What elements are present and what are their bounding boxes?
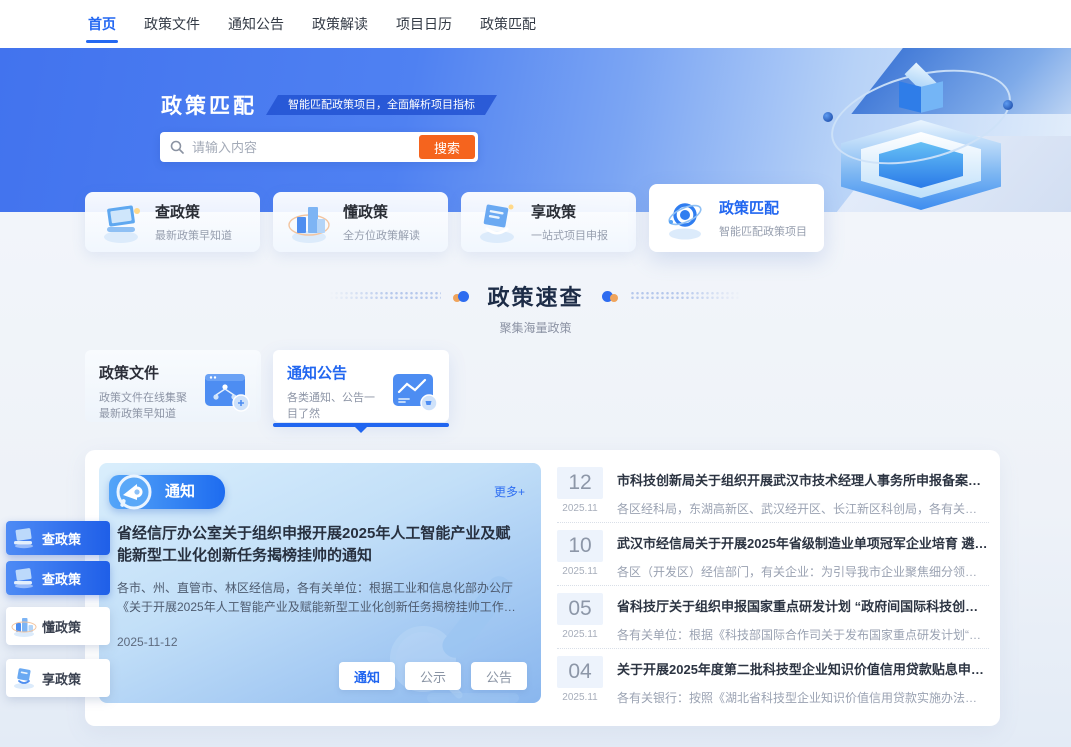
side-widget-enjoy-policy[interactable]: 享政策	[6, 659, 110, 697]
tab-policy-files[interactable]: 政策文件 政策文件在线集聚 最新政策早知道	[85, 350, 261, 422]
decorative-dots	[602, 290, 618, 302]
notice-type-button-notice[interactable]: 通知	[339, 662, 395, 690]
date-block: 12 2025.11	[557, 467, 603, 522]
notice-banner-label: 通知	[165, 483, 195, 500]
tab-description: 政策文件在线集聚 最新政策早知道	[99, 390, 203, 422]
notice-title: 省经信厅办公室关于组织申报开展2025年人工智能产业及赋能新型工业化创新任务揭榜…	[117, 523, 521, 567]
search-bar: 搜索	[160, 132, 478, 162]
side-widget-label: 懂政策	[42, 617, 81, 636]
page: 首页 政策文件 通知公告 政策解读 项目日历 政策匹配 政策匹配 智能匹配政策项…	[0, 0, 1071, 747]
tab-notices[interactable]: 通知公告 各类通知、公告一 目了然	[273, 350, 449, 422]
feature-card-subtitle: 全方位政策解读	[343, 227, 420, 243]
feature-card-title: 享政策	[531, 201, 608, 222]
orbit-dot	[823, 112, 833, 122]
search-input[interactable]	[190, 139, 413, 156]
laptop-3d-icon	[11, 567, 37, 589]
feature-card-title: 查政策	[155, 201, 232, 222]
feature-card-subtitle: 一站式项目申报	[531, 227, 608, 243]
decorative-dashes	[329, 291, 441, 301]
megaphone-icon	[109, 469, 159, 515]
nav-item-home[interactable]: 首页	[88, 0, 116, 48]
side-widget-label: 享政策	[42, 669, 81, 688]
feature-card-search-policy[interactable]: 查政策 最新政策早知道	[85, 192, 260, 252]
notice-panel: 通知 更多+ 省经信厅办公室关于组织申报开展2025年人工智能产业及赋能新型工业…	[85, 450, 1000, 726]
nav-item-interpretation[interactable]: 政策解读	[312, 0, 368, 48]
feature-card-subtitle: 最新政策早知道	[155, 227, 232, 243]
list-item-title: 关于开展2025年度第二批科技型企业知识价值信用贷款贴息申报工作...	[617, 659, 989, 678]
hero-badge: 智能匹配政策项目，全面解析项目指标	[266, 95, 497, 115]
date-block: 10 2025.11	[557, 530, 603, 585]
notice-type-button-publicity[interactable]: 公示	[405, 662, 461, 690]
list-item-title: 市科技创新局关于组织开展武汉市技术经理人事务所申报备案的通知	[617, 470, 989, 489]
document-hand-3d-icon	[471, 199, 523, 245]
decorative-dashes	[630, 291, 742, 301]
document-hand-3d-icon	[11, 666, 37, 690]
notice-banner: 通知	[109, 475, 225, 509]
notice-body: 各市、州、直管市、林区经信局，各有关单位：根据工业和信息化部办公厅《关于开展20…	[117, 579, 525, 617]
list-item[interactable]: 05 2025.11 省科技厅关于组织申报国家重点研发计划 “政府间国际科技创新…	[557, 586, 989, 649]
search-icon	[170, 140, 184, 154]
feature-card-title: 懂政策	[343, 201, 420, 222]
feature-card-subtitle: 智能匹配政策项目	[719, 223, 807, 239]
list-item-title: 武汉市经信局关于开展2025年省级制造业单项冠军企业培育 遴选和复...	[617, 533, 989, 552]
list-item-title: 省科技厅关于组织申报国家重点研发计划 “政府间国际科技创新合作”...	[617, 596, 989, 615]
search-button[interactable]: 搜索	[419, 135, 475, 159]
hero-banner: 政策匹配 智能匹配政策项目，全面解析项目指标 搜索	[0, 48, 1071, 212]
orbit-dot	[1003, 100, 1013, 110]
quick-search-tabs: 政策文件 政策文件在线集聚 最新政策早知道 通知公告 各类通知、公告一	[85, 350, 449, 422]
side-widget-label: 查政策	[42, 529, 81, 548]
side-widget-understand-policy[interactable]: 懂政策	[6, 607, 110, 645]
laptop-3d-icon	[11, 527, 37, 549]
hero-title: 政策匹配	[161, 90, 257, 120]
flowchart-window-icon	[203, 372, 251, 412]
notice-type-button-announcement[interactable]: 公告	[471, 662, 527, 690]
feature-card-understand-policy[interactable]: 懂政策 全方位政策解读	[273, 192, 448, 252]
top-nav: 首页 政策文件 通知公告 政策解读 项目日历 政策匹配	[0, 0, 1071, 48]
nav-item-project-calendar[interactable]: 项目日历	[396, 0, 452, 48]
side-widget-label: 查政策	[42, 569, 81, 588]
section-title: 政策速查	[481, 280, 589, 312]
notice-list: 12 2025.11 市科技创新局关于组织开展武汉市技术经理人事务所申报备案的通…	[557, 460, 989, 712]
side-widget-search-policy[interactable]: 查政策	[6, 521, 110, 555]
list-item[interactable]: 12 2025.11 市科技创新局关于组织开展武汉市技术经理人事务所申报备案的通…	[557, 460, 989, 523]
list-item-desc: 各区经科局，东湖高新区、武汉经开区、长江新区科创局，各有关单位：根据《...	[617, 500, 989, 517]
feature-card-title: 政策匹配	[719, 197, 807, 218]
list-item-desc: 各有关银行：按照《湖北省科技型企业知识价值信用贷款实施办法（试行）》（...	[617, 689, 989, 706]
list-item[interactable]: 04 2025.11 关于开展2025年度第二批科技型企业知识价值信用贷款贴息申…	[557, 649, 989, 712]
bar-chart-3d-icon	[11, 614, 37, 638]
section-subtitle: 聚集海量政策	[0, 319, 1071, 336]
feature-card-policy-match[interactable]: 政策匹配 智能匹配政策项目	[649, 184, 824, 252]
date-block: 04 2025.11	[557, 656, 603, 712]
date-block: 05 2025.11	[557, 593, 603, 648]
trend-window-icon	[391, 372, 439, 412]
tab-description: 各类通知、公告一 目了然	[287, 390, 391, 422]
more-link[interactable]: 更多+	[494, 483, 525, 500]
laptop-3d-icon	[95, 199, 147, 245]
active-tab-pointer	[355, 427, 367, 433]
list-item-desc: 各有关单位：根据《科技部国际合作司关于发布国家重点研发计划“政府间国科技...	[617, 626, 989, 643]
feature-card-enjoy-policy[interactable]: 享政策 一站式项目申报	[461, 192, 636, 252]
featured-notice-card[interactable]: 通知 更多+ 省经信厅办公室关于组织申报开展2025年人工智能产业及赋能新型工业…	[99, 463, 541, 703]
nav-item-policy-match[interactable]: 政策匹配	[480, 0, 536, 48]
side-widget-search-policy[interactable]: 查政策	[6, 561, 110, 595]
side-widgets: 查政策 查政策 懂政策	[6, 521, 110, 703]
notice-type-buttons: 通知 公示 公告	[339, 662, 527, 690]
list-item-desc: 各区（开发区）经信部门，有关企业：为引导我市企业聚焦细分领域和产业链关...	[617, 563, 989, 580]
feature-card-row: 查政策 最新政策早知道 懂政策 全方位政策解读	[85, 192, 824, 252]
decorative-dots	[453, 290, 469, 302]
notice-date: 2025-11-12	[117, 635, 178, 649]
nav-item-notices[interactable]: 通知公告	[228, 0, 284, 48]
nav-item-policy-files[interactable]: 政策文件	[144, 0, 200, 48]
iso-cube	[899, 70, 943, 122]
quick-search-header: 政策速查 聚集海量政策	[0, 280, 1071, 336]
bar-chart-3d-icon	[283, 199, 335, 245]
globe-orbit-3d-icon	[659, 195, 711, 241]
list-item[interactable]: 10 2025.11 武汉市经信局关于开展2025年省级制造业单项冠军企业培育 …	[557, 523, 989, 586]
